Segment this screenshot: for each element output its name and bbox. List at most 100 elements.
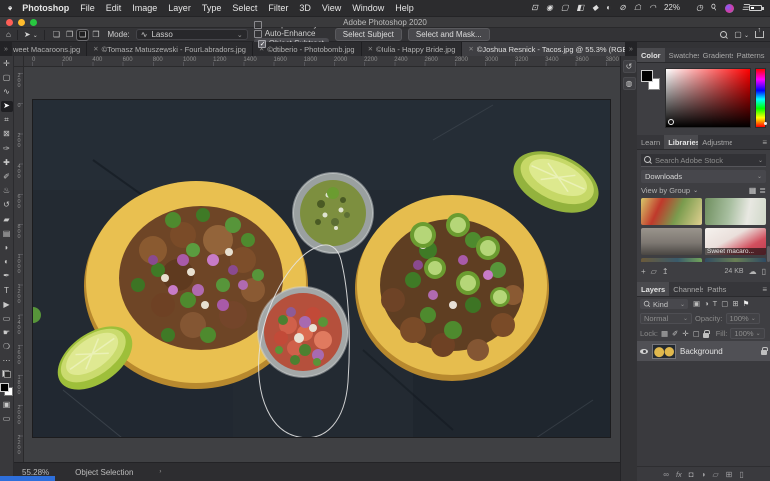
tab-overflow-left-icon[interactable]: »	[0, 42, 12, 56]
keychain-icon[interactable]: ⊘	[619, 4, 626, 12]
opacity-value-dropdown[interactable]: 100%⌄	[726, 313, 760, 324]
dodge-tool[interactable]: ◐	[1, 257, 13, 268]
new-group-icon[interactable]: ▱	[712, 470, 718, 479]
filter-shape-layers-icon[interactable]: ▢	[721, 300, 728, 308]
tab-paths[interactable]: Paths	[703, 282, 730, 296]
spotlight-icon[interactable]: ⚲	[711, 4, 717, 12]
ruler-origin-corner[interactable]	[14, 56, 24, 66]
filter-adjustment-layers-icon[interactable]: ◑	[704, 300, 709, 308]
document-tab[interactable]: ✕©Tomasz Matuszewski - FourLabradors.jpg	[87, 42, 253, 56]
pen-tool[interactable]: ✒	[1, 271, 13, 282]
color-panel-swatches[interactable]	[641, 68, 661, 130]
tab-learn[interactable]: Learn	[637, 135, 664, 149]
grid-view-icon[interactable]: ▦	[749, 186, 757, 195]
document-tab[interactable]: ✕©dtiberio - Photobomb.jpg	[253, 42, 362, 56]
foreground-color-swatch[interactable]	[0, 383, 9, 392]
history-brush-tool[interactable]: ↺	[1, 200, 13, 211]
close-tab-icon[interactable]: ✕	[368, 45, 373, 53]
frame-tool[interactable]: ⊠	[1, 129, 13, 140]
lock-all-icon[interactable]	[703, 333, 709, 338]
cloud-sync-icon[interactable]: ☁	[749, 267, 757, 276]
filter-pixel-layers-icon[interactable]: ▣	[693, 300, 700, 308]
control-center-icon[interactable]: ☰	[742, 4, 749, 12]
keystroke-viewer-icon[interactable]: ⊡	[531, 4, 538, 12]
close-tab-icon[interactable]: ✕	[468, 45, 473, 53]
lock-position-icon[interactable]: ✛	[682, 330, 688, 338]
brush-tool[interactable]: ✐	[1, 172, 13, 183]
folder-icon[interactable]: ▱	[651, 267, 657, 276]
delete-icon[interactable]: ▯	[762, 267, 766, 276]
saturation-brightness-field[interactable]	[665, 68, 751, 128]
new-layer-icon[interactable]: ⊞	[726, 470, 733, 479]
filter-toggle-icon[interactable]: ⚑	[743, 300, 750, 308]
marquee-tool[interactable]: ▢	[1, 72, 13, 83]
panel-menu-icon[interactable]: ≡	[759, 135, 770, 149]
shape-tool[interactable]: ▭	[1, 313, 13, 324]
status-tool-label[interactable]: Object Selection	[75, 468, 133, 477]
tab-adjustments[interactable]: Adjustments	[698, 135, 732, 149]
tab-overflow-right-icon[interactable]: »	[625, 42, 637, 56]
menu-filter[interactable]: Filter	[268, 3, 288, 13]
layer-style-icon[interactable]: fx	[676, 470, 682, 479]
vertical-ruler[interactable]: 2000200400600800100012001400160018002000…	[14, 67, 24, 462]
tab-swatches[interactable]: Swatches	[665, 48, 699, 62]
adjustment-layer-icon[interactable]: ◑	[701, 470, 706, 479]
library-item-macaroons[interactable]: Sweet macaro...	[705, 228, 766, 255]
quick-mask-button[interactable]: ▣	[1, 400, 13, 411]
menu-photoshop[interactable]: Photoshop	[22, 3, 69, 13]
lock-transparency-icon[interactable]: ▦	[661, 330, 668, 338]
path-select-tool[interactable]: ▶	[1, 299, 13, 310]
add-library-item-icon[interactable]: +	[641, 267, 646, 276]
comments-panel-icon[interactable]: ◍	[623, 77, 636, 90]
filter-type-layers-icon[interactable]: T	[713, 300, 718, 308]
auto-enhance-checkbox[interactable]: Auto-Enhance	[254, 29, 329, 38]
canvas-area[interactable]	[24, 67, 620, 462]
current-tool-icon[interactable]: ➤ ⌄	[24, 31, 38, 39]
document-tab[interactable]: ✕weet Macaroons.jpg	[12, 42, 87, 56]
close-window-button[interactable]	[6, 19, 13, 26]
new-selection-icon[interactable]: ❏	[51, 30, 62, 40]
foreground-background-swatches[interactable]	[0, 383, 13, 396]
filter-smart-objects-icon[interactable]: ⊞	[732, 300, 738, 308]
lock-artboard-icon[interactable]: ▢	[693, 330, 700, 338]
lock-paint-icon[interactable]: ✐	[672, 330, 678, 338]
eyedropper-tool[interactable]: ✑	[1, 143, 13, 154]
fill-value-dropdown[interactable]: 100%⌄	[730, 328, 764, 339]
menu-help[interactable]: Help	[395, 3, 414, 13]
share-icon[interactable]	[755, 31, 764, 38]
move-tool[interactable]: ✛	[1, 58, 13, 69]
select-and-mask-button[interactable]: Select and Mask...	[408, 28, 490, 41]
object-selection-tool[interactable]: ➤	[1, 101, 13, 112]
status-chevron-icon[interactable]: ›	[159, 469, 161, 475]
library-collection-dropdown[interactable]: Downloads ⌄	[641, 170, 766, 183]
delete-layer-icon[interactable]: ▯	[739, 470, 743, 479]
layer-filter-kind-dropdown[interactable]: Kind ⌄	[640, 299, 688, 309]
menu-type[interactable]: Type	[202, 3, 222, 13]
crop-tool[interactable]: ⌗	[1, 115, 13, 126]
more-tools[interactable]: ⋯	[1, 356, 13, 367]
history-panel-icon[interactable]: ↺	[623, 60, 636, 73]
tab-color[interactable]: Color	[637, 48, 665, 62]
library-item-6[interactable]	[705, 258, 766, 262]
lasso-tool[interactable]: ∿	[1, 86, 13, 97]
zoom-tool[interactable]: ❍	[1, 342, 13, 353]
shield-app-icon[interactable]: ◆	[592, 4, 598, 12]
library-search-input[interactable]: Search Adobe Stock ⌄	[641, 154, 766, 167]
wifi-icon[interactable]: ◠	[649, 4, 656, 12]
foreground-color-swatch[interactable]	[641, 70, 653, 82]
tab-channels[interactable]: Channels	[669, 282, 703, 296]
siri-icon[interactable]	[725, 4, 734, 13]
contrast-app-icon[interactable]: ◐	[606, 4, 611, 12]
menu-file[interactable]: File	[80, 3, 95, 13]
blocker-app-icon[interactable]: ◧	[577, 4, 585, 12]
tab-libraries[interactable]: Libraries	[664, 135, 698, 149]
minimize-window-button[interactable]	[18, 19, 25, 26]
mode-dropdown[interactable]: ∿ Lasso ⌄	[136, 29, 248, 40]
hand-tool[interactable]: ☛	[1, 328, 13, 339]
screen-mode-button[interactable]: ▭	[1, 414, 13, 425]
document-tab[interactable]: ✕©Iulia - Happy Bride.jpg	[362, 42, 463, 56]
library-item-person[interactable]	[705, 198, 766, 225]
document-tab[interactable]: ✕©Joshua Resnick - Tacos.jpg @ 55.3% (RG…	[462, 42, 625, 56]
list-view-icon[interactable]: ≣	[759, 186, 766, 195]
battery-percent[interactable]: 22%	[664, 4, 680, 12]
